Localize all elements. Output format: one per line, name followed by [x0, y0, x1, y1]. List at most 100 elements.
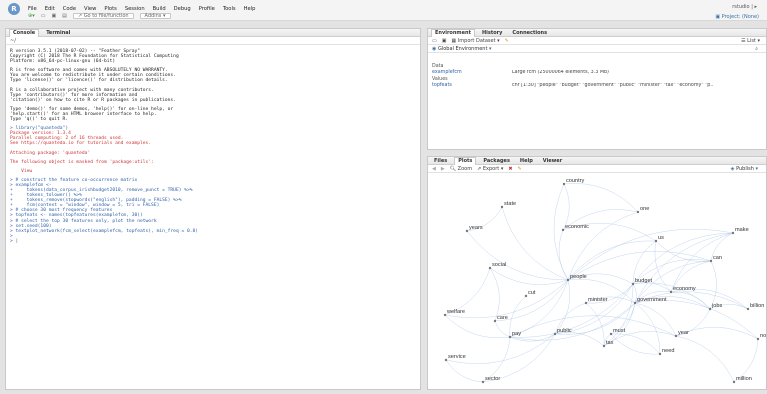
- node-label: budget: [635, 278, 653, 284]
- network-node: [553, 332, 557, 336]
- console-tabbar: Console Terminal: [6, 29, 420, 37]
- node-label: year: [678, 330, 689, 336]
- menu-item[interactable]: Plots: [104, 6, 116, 12]
- network-edge: [670, 232, 734, 293]
- project-menu[interactable]: ▣ Project: (None): [715, 14, 759, 20]
- node-label: minister: [588, 297, 608, 303]
- tab-environment[interactable]: Environment: [431, 29, 475, 37]
- menu-item[interactable]: Profile: [199, 6, 215, 12]
- table-row[interactable]: examplefcm Large fcm (25000064 elements,…: [432, 70, 762, 76]
- env-toolbar: ▭ ▣ ▦ Import Dataset ▾ ✎ ☰ List ▾: [428, 37, 766, 45]
- scope-select[interactable]: ◉ Global Environment ▾: [432, 46, 492, 52]
- network-nodes: country state one years economic us make can soc…: [443, 178, 766, 384]
- broom-icon[interactable]: ✎: [505, 38, 509, 44]
- network-node: [493, 319, 497, 323]
- project-label: Project: (None): [721, 14, 759, 20]
- network-node: [562, 182, 566, 186]
- network-edge: [501, 206, 569, 281]
- network-edge: [603, 283, 634, 347]
- network-edge: [567, 211, 639, 281]
- network-node: [731, 231, 735, 235]
- menu-item[interactable]: File: [28, 6, 37, 12]
- tab-plots[interactable]: Plots: [454, 157, 477, 165]
- node-label: million: [736, 376, 752, 382]
- object-name: topfeats: [432, 83, 452, 88]
- go-to-file-label: Go to file/function: [83, 13, 129, 19]
- menu-bar: R File Edit Code View Plots Session Build Debug…: [0, 0, 767, 21]
- network-node: [746, 307, 750, 311]
- tab-console[interactable]: Console: [9, 29, 40, 37]
- node-label: service: [448, 354, 466, 360]
- import-dataset-button[interactable]: ▦ Import Dataset ▾: [451, 38, 499, 44]
- clear-plots-icon[interactable]: ✎: [518, 166, 522, 172]
- tab-packages[interactable]: Packages: [480, 158, 513, 164]
- menu-item[interactable]: Build: [153, 6, 166, 12]
- object-value: Large fcm (25000064 elements, 3.3 Mb): [512, 70, 609, 75]
- menu-item[interactable]: Tools: [223, 6, 236, 12]
- node-label: economic: [565, 224, 589, 230]
- menu-item[interactable]: View: [84, 6, 96, 12]
- network-edge: [509, 315, 677, 338]
- print-icon[interactable]: ▤: [62, 13, 67, 19]
- menu-item[interactable]: Code: [63, 6, 76, 12]
- list-view-button[interactable]: ☰ List ▾: [741, 38, 760, 44]
- node-label: now: [760, 333, 766, 339]
- tab-terminal[interactable]: Terminal: [43, 30, 73, 36]
- console-path-bar: ~/: [6, 37, 420, 45]
- open-icon[interactable]: ▭: [432, 38, 437, 44]
- network-node: [500, 205, 504, 209]
- search-icon[interactable]: ⌕: [755, 46, 758, 52]
- import-dataset-label: Import Dataset: [457, 37, 496, 44]
- network-edge: [509, 302, 636, 341]
- network-node: [481, 380, 485, 384]
- main-toolbar: ⊕▾ ▭ ▣ ▤ ↗ Go to file/function Addins ▾: [28, 13, 171, 19]
- zoom-button[interactable]: 🔍︎ Zoom: [450, 166, 472, 172]
- menu-item[interactable]: Edit: [45, 6, 55, 12]
- save-workspace-icon[interactable]: ▣: [442, 38, 447, 44]
- user-label[interactable]: rstudio | ▸: [732, 4, 757, 10]
- node-label: can: [713, 255, 722, 261]
- console-path: ~/: [10, 37, 16, 44]
- env-tabbar: Environment History Connections: [428, 29, 766, 37]
- forward-arrow-icon[interactable]: ▶: [441, 166, 445, 172]
- delete-plot-icon[interactable]: ✖: [508, 166, 512, 172]
- save-icon[interactable]: ▣: [51, 13, 56, 19]
- menu-item[interactable]: Debug: [174, 6, 191, 12]
- console-line: > |: [10, 238, 19, 244]
- back-arrow-icon[interactable]: ◀: [432, 166, 436, 172]
- new-file-icon[interactable]: ⊕▾: [28, 13, 35, 19]
- network-node: [566, 278, 570, 282]
- node-label: pay: [512, 331, 521, 337]
- network-edge: [489, 267, 500, 322]
- network-node: [636, 210, 640, 214]
- console-output[interactable]: R version 3.5.1 (2018-07-02) -- "Feather…: [10, 49, 416, 244]
- tab-connections[interactable]: Connections: [509, 30, 550, 36]
- network-edge: [675, 335, 735, 383]
- node-label: must: [613, 328, 626, 334]
- publish-button[interactable]: ◈ Publish ▾: [731, 166, 758, 172]
- tab-files[interactable]: Files: [431, 158, 450, 164]
- network-node: [654, 239, 658, 243]
- menu-item[interactable]: Help: [244, 6, 256, 12]
- network-node: [732, 380, 736, 384]
- network-plot: country state one years economic us make can soc…: [443, 178, 766, 384]
- menu-item[interactable]: Session: [125, 6, 145, 12]
- network-node: [602, 344, 606, 348]
- tab-history[interactable]: History: [479, 30, 505, 36]
- object-value: chr [1:30] "people" "budget" "government…: [512, 83, 714, 88]
- tab-viewer[interactable]: Viewer: [540, 158, 565, 164]
- node-label: make: [735, 227, 749, 233]
- export-button[interactable]: ⇗ Export ▾: [477, 166, 503, 172]
- tab-help[interactable]: Help: [517, 158, 536, 164]
- node-label: years: [469, 225, 483, 231]
- network-node: [488, 266, 492, 270]
- addins-button[interactable]: Addins ▾: [139, 13, 171, 19]
- go-to-file-input[interactable]: ↗ Go to file/function: [72, 13, 134, 19]
- node-label: economy: [673, 286, 696, 292]
- table-row[interactable]: topfeats chr [1:30] "people" "budget" "g…: [432, 83, 762, 89]
- zoom-label: Zoom: [457, 165, 473, 172]
- node-label: state: [504, 201, 516, 207]
- network-node: [609, 332, 613, 336]
- open-file-icon[interactable]: ▭: [41, 13, 46, 19]
- network-node: [443, 313, 447, 317]
